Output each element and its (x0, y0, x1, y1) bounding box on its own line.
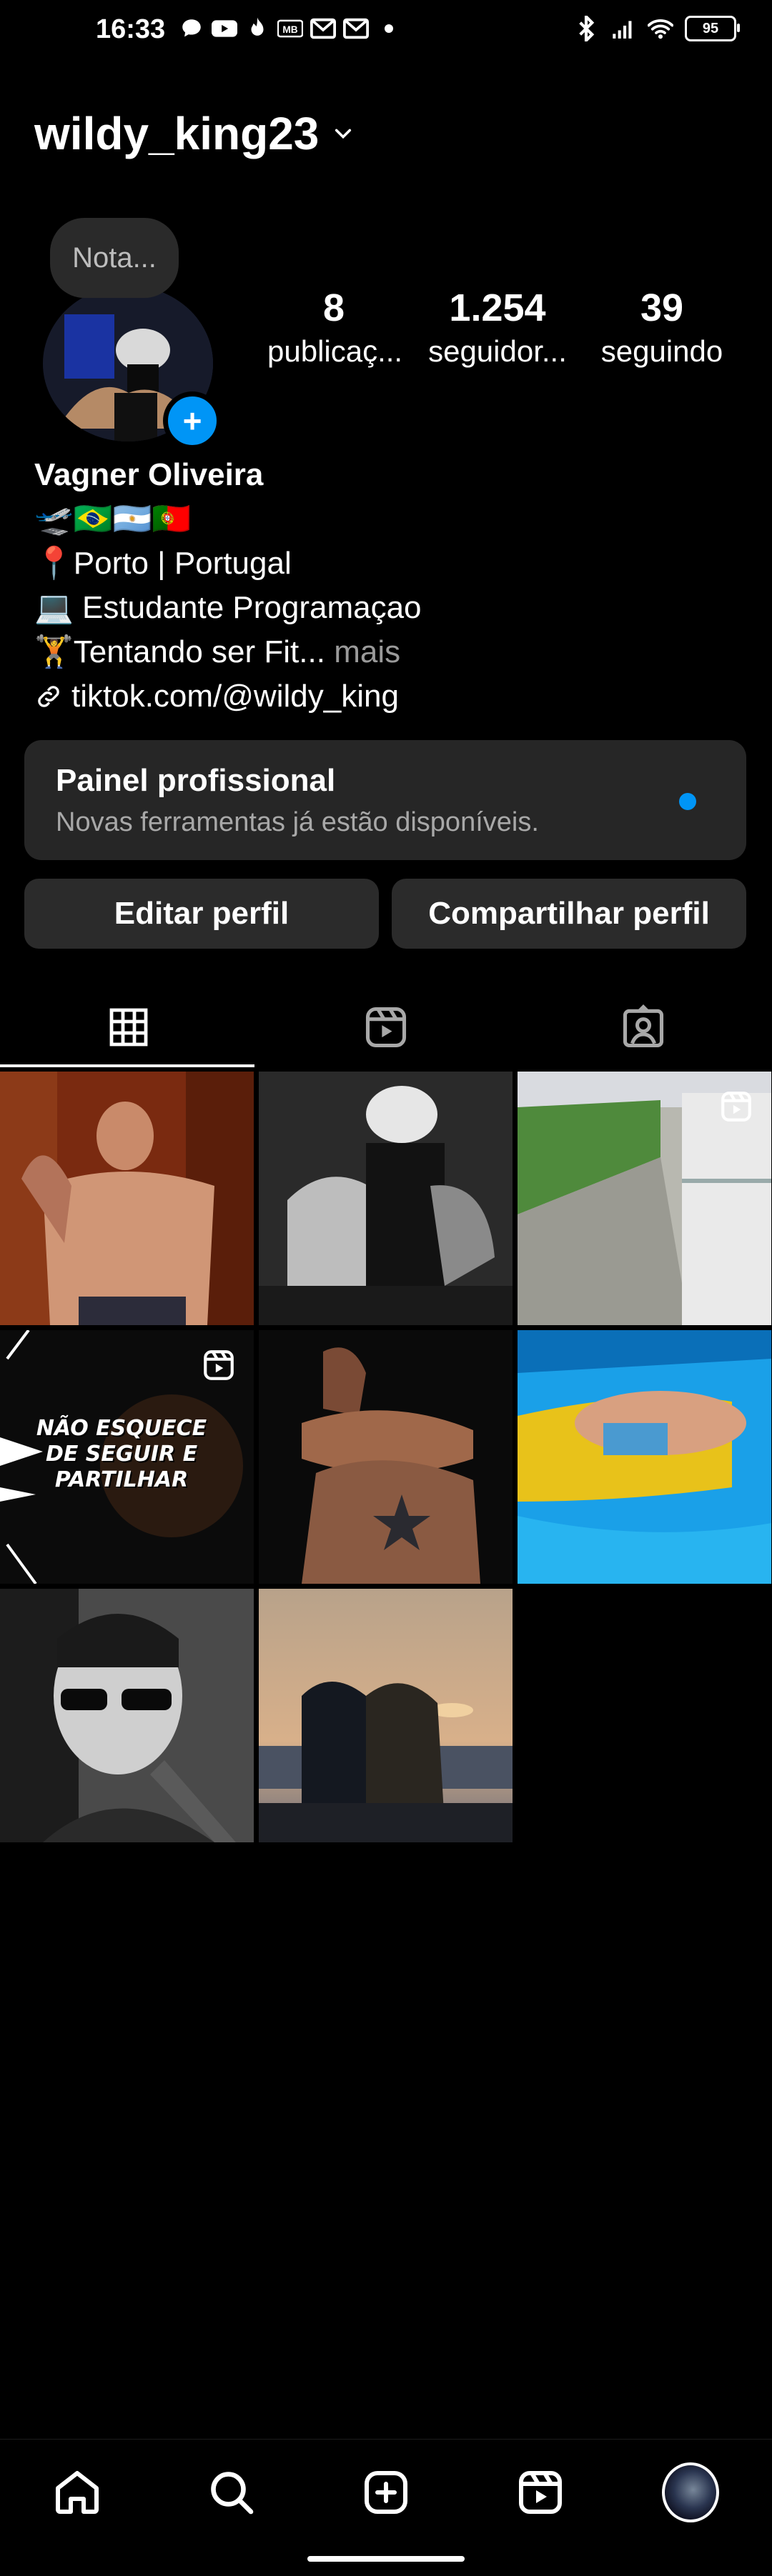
more-link[interactable]: mais (325, 634, 400, 669)
bottom-navigation (0, 2439, 772, 2545)
mb-icon: MB (277, 16, 303, 41)
panel-subtitle: Novas ferramentas já estão disponíveis. (56, 807, 539, 837)
svg-text:MB: MB (282, 24, 297, 35)
chat-icon (179, 16, 204, 41)
reels-icon (365, 1007, 407, 1048)
stat-label: publicaç... (267, 334, 403, 368)
stat-number: 1.254 (449, 286, 546, 329)
status-bar: 16:33 MB 95 (0, 0, 772, 64)
stat-label: seguidor... (428, 334, 567, 368)
post-thumbnail[interactable] (518, 1330, 771, 1584)
post-thumbnail[interactable]: NÃO ESQUECE DE SEGUIR E PARTILHAR (0, 1330, 254, 1584)
post-thumbnail[interactable] (0, 1589, 254, 1842)
post-thumbnail[interactable] (259, 1589, 513, 1842)
profile-avatar-icon (662, 2462, 719, 2522)
post-thumbnail[interactable] (259, 1072, 513, 1325)
bio-link[interactable]: tiktok.com/@wildy_king (34, 674, 422, 719)
bio-study: 💻 Estudante Programaçao (34, 590, 422, 625)
nav-profile[interactable] (662, 2462, 719, 2522)
gmail-icon-2 (343, 16, 369, 41)
link-icon (38, 686, 59, 707)
display-name: Vagner Oliveira (34, 457, 264, 492)
signal-icon (610, 16, 636, 41)
home-indicator[interactable] (307, 2556, 465, 2562)
status-time: 16:33 (96, 14, 166, 44)
tinder-icon (244, 16, 270, 41)
wifi-icon (648, 16, 673, 41)
bio-flags: 🛫🇧🇷🇦🇷🇵🇹 (34, 501, 192, 536)
youtube-icon (212, 16, 237, 41)
gmail-icon (310, 16, 336, 41)
stat-number: 39 (640, 286, 684, 329)
stat-number: 8 (322, 286, 345, 329)
stat-label: seguindo (600, 334, 723, 368)
bio-link-text: tiktok.com/@wildy_king (71, 679, 399, 714)
post-image (259, 1589, 513, 1842)
new-dot-indicator (679, 793, 696, 810)
note-text: Nota... (72, 241, 157, 274)
system-icons: 95 (573, 16, 740, 41)
notification-icons: MB (179, 16, 402, 41)
bluetooth-icon (573, 16, 599, 41)
post-image (518, 1330, 771, 1584)
posts-count[interactable]: 8 publicaç... (267, 286, 403, 369)
followers-count[interactable]: 1.254 seguidor... (420, 286, 575, 369)
post-image (259, 1330, 513, 1584)
tab-tagged[interactable] (515, 986, 772, 1069)
reel-badge-icon (201, 1347, 237, 1387)
account-switcher[interactable]: wildy_king23 (34, 107, 353, 160)
profile-tabs (0, 986, 772, 1069)
reels-icon (519, 2471, 562, 2514)
tab-reels[interactable] (257, 986, 515, 1069)
add-story-icon[interactable]: + (163, 391, 222, 450)
more-notifications-dot-icon (376, 16, 402, 41)
home-icon (56, 2471, 99, 2514)
add-post-icon (365, 2471, 407, 2514)
tagged-icon (623, 1004, 664, 1048)
edit-profile-button[interactable]: Editar perfil (24, 879, 379, 949)
battery-icon: 95 (685, 16, 740, 41)
tab-grid[interactable] (0, 986, 257, 1069)
battery-level: 95 (702, 20, 719, 36)
active-tab-indicator (0, 1064, 254, 1067)
following-count[interactable]: 39 seguindo (590, 286, 733, 369)
note-bubble[interactable]: Nota... (50, 218, 179, 298)
grid-icon (109, 1008, 148, 1047)
bio-fit[interactable]: 🏋Tentando ser Fit... mais (34, 630, 422, 674)
bio-location: 📍Porto | Portugal (34, 546, 292, 581)
post-thumbnail[interactable] (259, 1330, 513, 1584)
username: wildy_king23 (34, 108, 320, 159)
reel-badge-icon (718, 1089, 754, 1128)
reel-caption: NÃO ESQUECE DE SEGUIR E PARTILHAR (36, 1416, 207, 1492)
post-image (0, 1072, 254, 1325)
nav-search[interactable] (203, 2464, 260, 2521)
post-thumbnail[interactable] (0, 1072, 254, 1325)
post-image (259, 1072, 513, 1325)
share-profile-button[interactable]: Compartilhar perfil (392, 879, 746, 949)
nav-reels[interactable] (512, 2464, 569, 2521)
nav-home[interactable] (49, 2464, 106, 2521)
professional-dashboard[interactable]: Painel profissional Novas ferramentas já… (24, 740, 746, 860)
nav-create[interactable] (357, 2464, 415, 2521)
bio: Vagner Oliveira 🛫🇧🇷🇦🇷🇵🇹 📍Porto | Portuga… (34, 453, 422, 719)
search-icon (211, 2472, 254, 2515)
chevron-down-icon (335, 129, 352, 139)
panel-title: Painel profissional (56, 763, 336, 798)
post-image (0, 1589, 254, 1842)
post-thumbnail[interactable] (518, 1072, 771, 1325)
bio-fit-text: 🏋Tentando ser Fit... (34, 634, 325, 669)
